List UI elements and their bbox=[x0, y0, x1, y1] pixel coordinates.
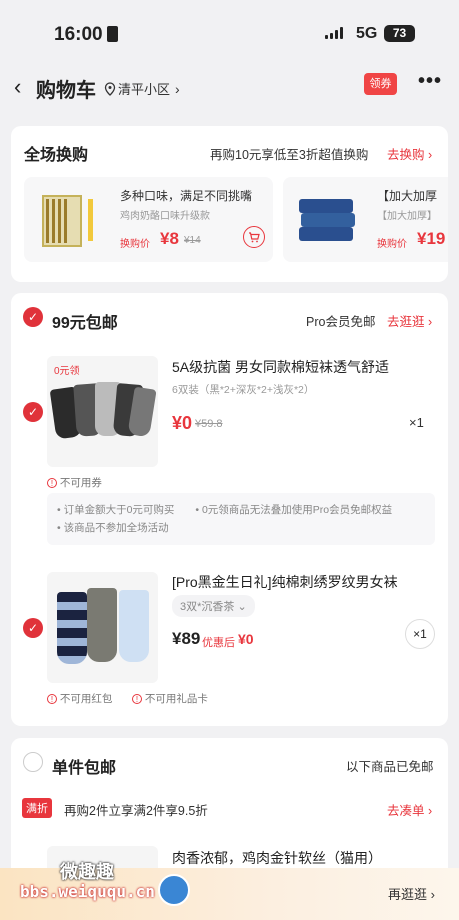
swap-price-label: 换购价 bbox=[377, 239, 407, 250]
after-discount-price: ¥0 bbox=[238, 631, 254, 647]
free-tag: 0元领 bbox=[54, 366, 80, 377]
more-icon[interactable]: ••• bbox=[418, 70, 442, 93]
note-item: • 该商品不参加全场活动 bbox=[57, 522, 169, 534]
sim-icon bbox=[107, 26, 118, 42]
battery-icon: 73 bbox=[384, 25, 415, 42]
watermark-url: bbs.weiququ.cn bbox=[20, 882, 155, 901]
swap-item[interactable]: 【加大加厚 【加大加厚】 换购价 ¥19 bbox=[283, 177, 448, 262]
swap-item-title: 【加大加厚 bbox=[377, 189, 438, 203]
product-name[interactable]: 5A级抗菌 男女同款棉短袜透气舒适 bbox=[172, 357, 389, 377]
product-name[interactable]: [Pro黑金生日礼]纯棉刺绣罗纹男女袜 bbox=[172, 572, 398, 592]
note-item: • 订单金额大于0元可购买 bbox=[57, 504, 175, 516]
spec-selector[interactable]: 3双*沉香茶 ⌄ bbox=[172, 595, 255, 617]
item-checkbox[interactable]: ✓ bbox=[23, 402, 43, 422]
swap-price: ¥8 bbox=[160, 229, 179, 248]
giftcard-warning: ! 不可用礼品卡 bbox=[132, 691, 208, 706]
location-label: 清平小区 bbox=[118, 82, 171, 97]
product-image[interactable] bbox=[47, 572, 158, 683]
pro-label: Pro会员免邮 bbox=[306, 315, 376, 329]
browse-more-link[interactable]: 再逛逛 › bbox=[388, 884, 435, 903]
swap-price-label: 换购价 bbox=[120, 239, 150, 250]
top-nav: ‹ 购物车 清平小区 › 领券 ••• bbox=[0, 66, 459, 114]
swap-promo: 再购10元享低至3折超值换购 bbox=[210, 148, 369, 162]
mascot-icon bbox=[158, 874, 190, 906]
bottom-bar: 微趣趣 bbs.weiququ.cn 再逛逛 › bbox=[0, 862, 459, 920]
product-orig-price: ¥59.8 bbox=[195, 418, 223, 430]
status-bar: 16:00 5G 73 bbox=[0, 0, 459, 66]
group-title: 99元包邮 bbox=[52, 315, 118, 332]
warning-icon: ! bbox=[47, 694, 57, 704]
product-price: ¥89 bbox=[172, 629, 201, 648]
swap-link[interactable]: 去换购 › bbox=[387, 144, 432, 163]
free-ship-group: ✓ 99元包邮 Pro会员免邮 去逛逛 › ✓ 0元领 5A级抗菌 男女同款棉短… bbox=[11, 293, 448, 726]
promo-tag: 满折 bbox=[22, 798, 52, 818]
rule-notes: • 订单金额大于0元可购买 • 0元领商品无法叠加使用Pro会员免邮权益 • 该… bbox=[47, 493, 435, 545]
swap-item[interactable]: 多种口味，满足不同挑嘴 鸡肉奶酪口味升级款 换购价 ¥8 ¥14 bbox=[24, 177, 273, 262]
promo-text: 再购2件立享满2件享9.5折 bbox=[64, 804, 208, 818]
network-type: 5G bbox=[356, 25, 378, 42]
swap-orig-price: ¥14 bbox=[184, 235, 201, 246]
location-pin-icon bbox=[104, 81, 116, 96]
page-title: 购物车 bbox=[36, 80, 96, 102]
free-ship-label: 以下商品已免邮 bbox=[346, 760, 434, 774]
browse-link[interactable]: 去逛逛 › bbox=[387, 311, 432, 330]
coupon-button[interactable]: 领券 bbox=[364, 73, 397, 95]
swap-price: ¥19 bbox=[417, 229, 446, 248]
swap-item-image bbox=[297, 189, 357, 249]
warning-icon: ! bbox=[132, 694, 142, 704]
swap-section: 全场换购 再购10元享低至3折超值换购 去换购 › 多种口味，满足不同挑嘴 鸡肉… bbox=[11, 126, 448, 282]
warning-icon: ! bbox=[47, 478, 57, 488]
quantity[interactable]: ×1 bbox=[405, 619, 435, 649]
after-discount-label: 优惠后 bbox=[202, 637, 235, 649]
swap-item-subtitle: 【加大加厚】 bbox=[377, 211, 437, 222]
signal-icon bbox=[325, 27, 343, 39]
product-image[interactable]: 0元领 bbox=[47, 356, 158, 467]
swap-title: 全场换购 bbox=[24, 147, 89, 164]
add-on-link[interactable]: 去凑单 › bbox=[387, 800, 432, 819]
status-time: 16:00 bbox=[54, 24, 103, 45]
swap-item-image bbox=[38, 187, 100, 253]
swap-item-title: 多种口味，满足不同挑嘴 bbox=[120, 189, 253, 203]
product-price: ¥0 bbox=[172, 413, 193, 433]
watermark-title: 微趣趣 bbox=[60, 862, 114, 882]
group-checkbox[interactable] bbox=[23, 752, 43, 772]
cart-add-icon[interactable] bbox=[243, 226, 265, 248]
group-title: 单件包邮 bbox=[52, 760, 117, 777]
location-selector[interactable]: 清平小区 › bbox=[104, 79, 180, 98]
coupon-warning: ! 不可用券 bbox=[47, 475, 102, 490]
chevron-right-icon: › bbox=[175, 80, 180, 97]
item-checkbox[interactable]: ✓ bbox=[23, 618, 43, 638]
redpacket-warning: ! 不可用红包 bbox=[47, 691, 112, 706]
group-checkbox[interactable]: ✓ bbox=[23, 307, 43, 327]
chevron-down-icon: ⌄ bbox=[237, 601, 247, 613]
swap-item-subtitle: 鸡肉奶酪口味升级款 bbox=[120, 211, 210, 222]
product-name[interactable]: 肉香浓郁，鸡肉金针软丝（猫用） bbox=[172, 848, 382, 868]
back-icon[interactable]: ‹ bbox=[14, 74, 21, 100]
quantity[interactable]: ×1 bbox=[409, 415, 424, 430]
product-spec: 6双装（黑*2+深灰*2+浅灰*2） bbox=[172, 384, 315, 396]
note-item: • 0元领商品无法叠加使用Pro会员免邮权益 bbox=[195, 504, 393, 516]
